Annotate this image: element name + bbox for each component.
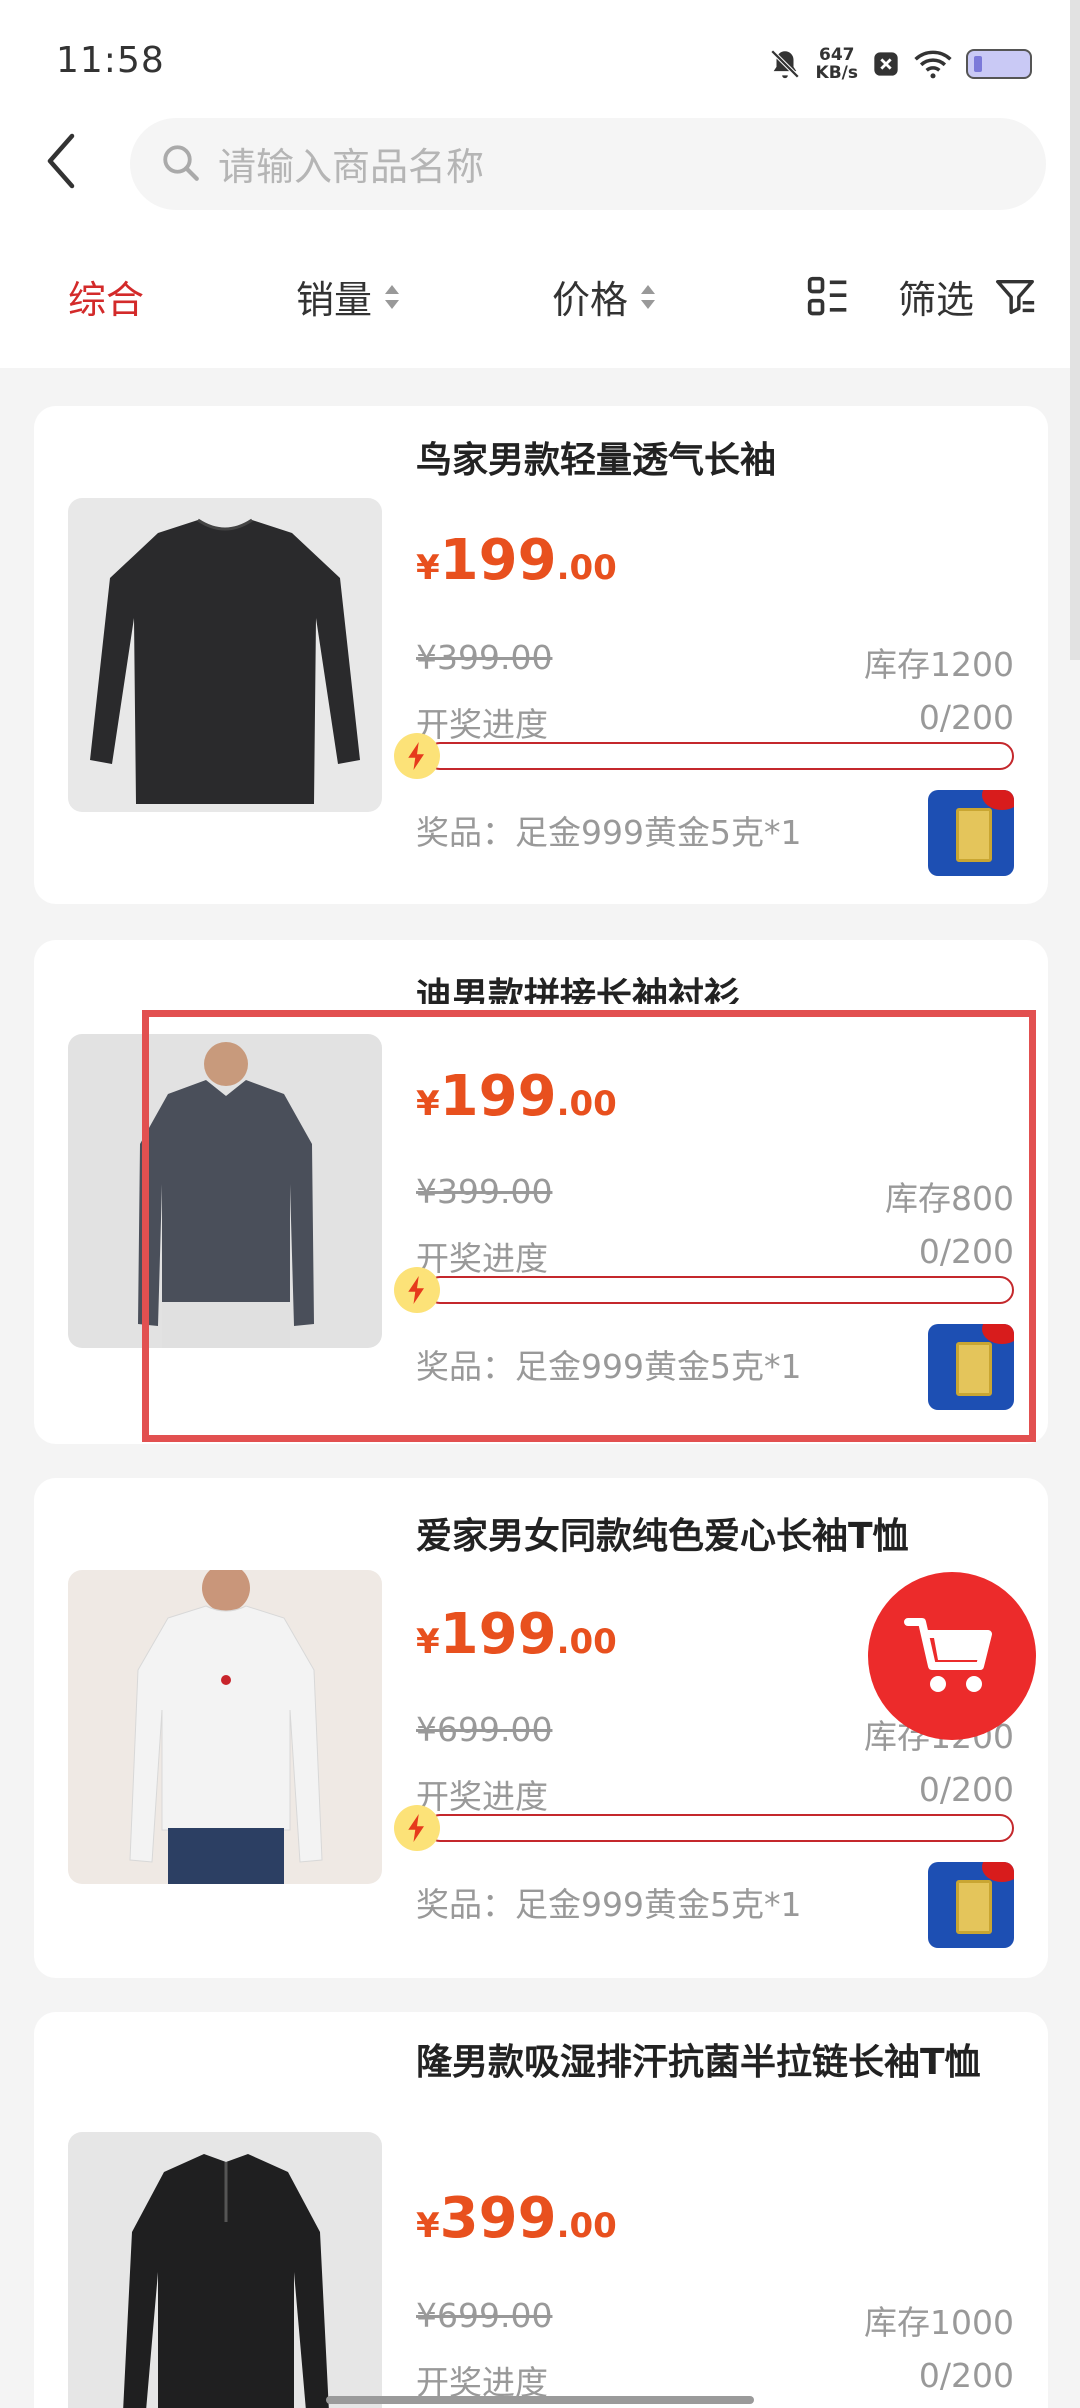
search-input[interactable]: 请输入商品名称 [130, 118, 1046, 210]
status-icons: 647 KB/s [768, 40, 1032, 88]
prize-text: 奖品：足金999黄金5克*1 [416, 1885, 802, 1924]
gold-bar-icon [928, 1862, 1014, 1948]
shirt-image [129, 1570, 323, 1884]
progress-value: 0/200 [918, 2356, 1014, 2395]
tab-comprehensive[interactable]: 综合 [68, 269, 144, 324]
tab-price[interactable]: 价格 [552, 269, 656, 324]
original-price: ¥399.00 [416, 638, 553, 677]
progress-value: 0/200 [918, 698, 1014, 737]
scrollbar[interactable] [1070, 0, 1080, 660]
product-image [68, 1570, 382, 1884]
product-price: ¥199.00 [416, 1064, 617, 1129]
gold-bar-icon [928, 790, 1014, 876]
prize-text: 奖品：足金999黄金5克*1 [416, 1347, 802, 1386]
product-card[interactable]: 鸟家男款轻量透气长袖 ¥199.00 ¥399.00 库存1200 开奖进度 0… [34, 406, 1048, 904]
layout-toggle-icon[interactable] [806, 275, 850, 319]
original-price: ¥699.00 [416, 1710, 553, 1749]
product-title: 迪男款拼接长袖衬衫 [416, 976, 741, 1004]
shirt-image [138, 1042, 314, 1348]
product-title: 爱家男女同款纯色爱心长袖T恤 [416, 1516, 909, 1557]
product-card[interactable]: 爱家男女同款纯色爱心长袖T恤 ¥199.00 ¥699.00 库存1200 开奖… [34, 1478, 1048, 1978]
notification-close-icon [874, 52, 898, 76]
search-placeholder: 请输入商品名称 [218, 145, 485, 189]
status-bar: 11:58 647 KB/s [0, 0, 1080, 128]
top-header: 11:58 647 KB/s 请输入商品名称 综合 销量 价格 筛选 [0, 0, 1080, 368]
product-image [68, 498, 382, 812]
lightning-icon [394, 1267, 440, 1313]
product-price: ¥199.00 [416, 528, 617, 593]
wifi-icon [914, 50, 952, 79]
shirt-image [90, 518, 360, 804]
battery-icon [966, 49, 1032, 79]
lightning-icon [394, 1805, 440, 1851]
product-card[interactable]: 迪男款拼接长袖衬衫 ¥199.00 ¥399.00 库存800 开奖进度 0/2… [34, 940, 1048, 1444]
filter-button[interactable]: 筛选 [898, 269, 1038, 324]
stock-count: 库存1000 [864, 2303, 1014, 2342]
shirt-image [123, 2154, 329, 2408]
network-speed: 647 KB/s [815, 45, 858, 83]
filter-bar: 综合 销量 价格 筛选 [0, 255, 1080, 341]
gold-bar-icon [928, 1324, 1014, 1410]
stock-count: 库存1200 [864, 645, 1014, 684]
mute-icon [770, 49, 799, 79]
lightning-icon [394, 733, 440, 779]
home-indicator[interactable] [326, 2396, 754, 2404]
product-price: ¥199.00 [416, 1602, 617, 1667]
product-title: 隆男款吸湿排汗抗菌半拉链长袖T恤 [416, 2042, 981, 2083]
progress-bar [426, 1814, 1014, 1842]
progress-bar [426, 1276, 1014, 1304]
tab-sales[interactable]: 销量 [296, 269, 400, 324]
product-image [68, 2132, 382, 2408]
progress-label: 开奖进度 [416, 705, 548, 744]
back-arrow-icon[interactable] [40, 128, 86, 194]
progress-bar [426, 742, 1014, 770]
shopping-cart-icon [904, 1618, 992, 1692]
sort-icon [384, 281, 400, 313]
cart-button[interactable] [868, 1572, 1036, 1740]
prize-text: 奖品：足金999黄金5克*1 [416, 813, 802, 852]
progress-label: 开奖进度 [416, 1239, 548, 1278]
progress-value: 0/200 [918, 1770, 1014, 1809]
product-price: ¥399.00 [416, 2186, 617, 2251]
sort-icon [640, 281, 656, 313]
original-price: ¥699.00 [416, 2296, 553, 2335]
status-time: 11:58 [56, 40, 165, 81]
funnel-icon [996, 279, 1035, 314]
product-image [68, 1034, 382, 1348]
product-title: 鸟家男款轻量透气长袖 [416, 440, 777, 481]
original-price: ¥399.00 [416, 1172, 553, 1211]
progress-value: 0/200 [918, 1232, 1014, 1271]
stock-count: 库存800 [885, 1179, 1014, 1218]
progress-label: 开奖进度 [416, 1777, 548, 1816]
product-card[interactable]: 隆男款吸湿排汗抗菌半拉链长袖T恤 ¥399.00 ¥699.00 库存1000 … [34, 2012, 1048, 2408]
search-icon [163, 145, 199, 181]
